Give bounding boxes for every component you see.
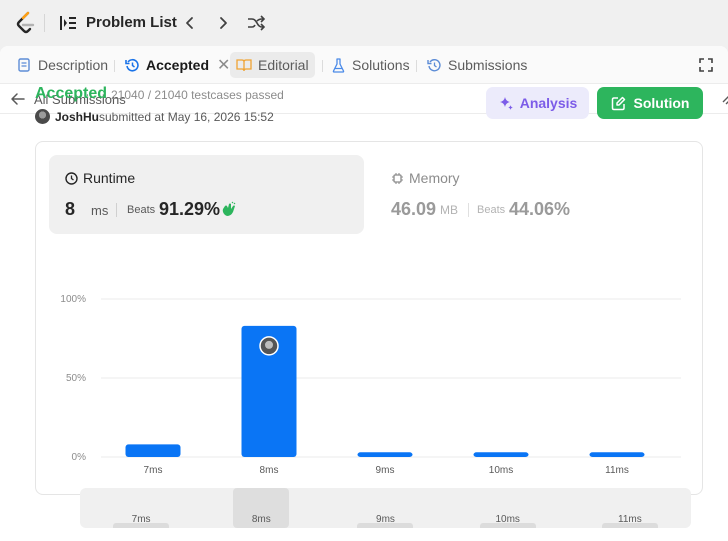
bar-9ms[interactable] — [357, 452, 413, 457]
tab-label: Accepted — [146, 57, 210, 73]
solution-button[interactable]: Solution — [597, 87, 703, 119]
runtime-distribution-chart: 0% 50% 100% 7ms 8ms 9ms 10ms 11ms — [36, 142, 704, 496]
distribution-scroller[interactable]: 7ms 8ms 9ms 10ms 11ms — [80, 488, 691, 528]
tab-accepted[interactable]: Accepted ✕ — [118, 52, 236, 78]
y-tick-label: 50% — [66, 373, 86, 384]
scroller-label: 11ms — [618, 514, 642, 525]
tab-label: Solutions — [352, 57, 410, 73]
x-tick-label: 7ms — [144, 465, 163, 476]
scroller-label: 10ms — [495, 514, 520, 525]
chevron-left-icon — [186, 17, 193, 29]
scroller-label: 9ms — [376, 514, 395, 525]
tab-submissions[interactable]: Submissions — [420, 52, 533, 78]
testcases-passed: 21040 / 21040 testcases passed — [111, 88, 284, 102]
shuffle-icon — [248, 15, 265, 31]
random-problem-button[interactable] — [246, 13, 266, 33]
tab-description[interactable]: Description — [10, 52, 114, 78]
avatar-marker — [259, 336, 279, 356]
scroller-item[interactable]: 8ms — [233, 488, 290, 528]
y-tick-label: 100% — [60, 294, 86, 305]
tab-label: Submissions — [448, 57, 528, 73]
scroller-item[interactable]: 7ms — [80, 488, 202, 528]
problem-list-title[interactable]: Problem List — [86, 14, 177, 31]
analysis-button[interactable]: Analysis — [486, 87, 589, 119]
tab-separator — [114, 60, 115, 72]
scroller-item[interactable]: 9ms — [324, 488, 446, 528]
history-icon — [426, 57, 442, 73]
bar-7ms[interactable] — [125, 444, 181, 457]
submitted-at: submitted at May 16, 2026 15:52 — [99, 110, 274, 124]
history-icon — [124, 57, 140, 73]
solution-label: Solution — [633, 95, 690, 111]
scroller-item[interactable]: 11ms — [569, 488, 691, 528]
book-icon — [236, 57, 252, 73]
description-icon — [16, 57, 32, 73]
performance-card: Runtime 8 ms Beats 91.29% Memory 46.09 M… — [35, 141, 704, 528]
username[interactable]: JoshHu — [55, 110, 99, 124]
link-icon[interactable] — [720, 92, 728, 106]
chevron-right-icon — [220, 17, 227, 29]
tab-separator — [322, 60, 323, 72]
flask-icon — [330, 57, 346, 73]
tab-bar: Description Accepted ✕ Editorial Solutio… — [0, 46, 728, 84]
prev-problem-button[interactable] — [180, 13, 200, 33]
scroller-label: 8ms — [251, 514, 271, 525]
tab-editorial[interactable]: Editorial — [230, 52, 315, 78]
avatar[interactable] — [35, 109, 50, 124]
topbar-divider — [44, 14, 45, 32]
problem-list-icon[interactable] — [59, 15, 77, 31]
scroller-label: 7ms — [131, 514, 151, 525]
bar-10ms[interactable] — [473, 452, 529, 457]
x-tick-label: 8ms — [260, 465, 279, 476]
y-tick-label: 0% — [72, 452, 87, 463]
x-tick-label: 10ms — [489, 465, 513, 476]
scroller-item[interactable]: 10ms — [447, 488, 569, 528]
x-tick-label: 11ms — [605, 465, 629, 476]
edit-icon — [611, 96, 625, 110]
close-icon[interactable]: ✕ — [217, 55, 230, 75]
submission-status: Accepted — [35, 85, 108, 102]
analysis-label: Analysis — [519, 95, 578, 111]
x-tick-label: 9ms — [376, 465, 395, 476]
chart-svg: 0% 50% 100% 7ms 8ms 9ms 10ms 11ms — [60, 294, 681, 476]
arrow-left-icon[interactable] — [10, 91, 26, 107]
fullscreen-icon[interactable] — [698, 57, 714, 73]
tab-separator — [416, 60, 417, 72]
leetcode-logo-icon[interactable] — [14, 11, 36, 35]
top-bar: Problem List — [0, 0, 728, 46]
tab-label: Description — [38, 57, 109, 73]
next-problem-button[interactable] — [213, 13, 233, 33]
tab-label: Editorial — [258, 57, 309, 73]
sparkle-icon — [499, 97, 513, 110]
bar-11ms[interactable] — [589, 452, 645, 457]
tab-solutions[interactable]: Solutions — [324, 52, 416, 78]
